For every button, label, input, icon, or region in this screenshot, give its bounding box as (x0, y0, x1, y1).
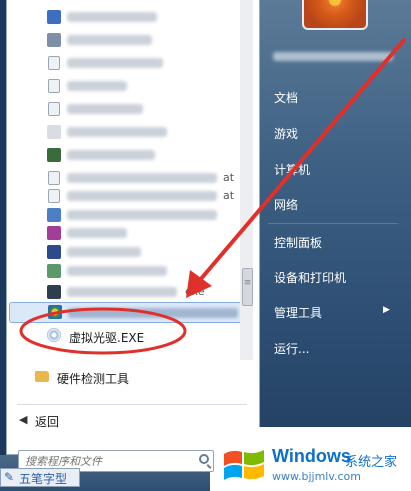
program-item[interactable] (7, 100, 243, 118)
blurred-label (67, 266, 167, 276)
blurred-label (67, 104, 143, 114)
selected-program-item[interactable] (9, 302, 245, 323)
windows-logo-icon (224, 450, 264, 480)
watermark-label: 五笔字型 (19, 472, 68, 486)
program-item[interactable] (7, 77, 243, 95)
disc-icon (47, 328, 61, 342)
blurred-label (67, 173, 217, 183)
program-item[interactable]: exe (7, 283, 243, 301)
menu-item-control-panel[interactable]: 控制面板 (274, 234, 322, 251)
blurred-label (68, 308, 238, 318)
blurred-label (67, 81, 127, 91)
site-name-text: 系统之家 (345, 455, 398, 470)
blurred-label (67, 58, 163, 68)
program-item[interactable] (7, 54, 243, 72)
program-icon (47, 208, 61, 222)
file-suffix: exe (185, 285, 205, 298)
site-url-text: www.bjjmlv.com (272, 470, 361, 483)
blurred-label (67, 127, 167, 137)
blurred-label (67, 210, 217, 220)
program-item[interactable]: at (7, 187, 243, 205)
back-button[interactable]: ◀ 返回 (19, 412, 99, 430)
program-icon (47, 264, 61, 278)
folder-label: 硬件检测工具 (57, 372, 130, 386)
program-item[interactable] (7, 243, 243, 261)
blurred-label (67, 287, 177, 297)
shortcut-icon (48, 56, 60, 70)
triangle-left-icon: ◀ (19, 413, 28, 426)
program-item[interactable] (7, 8, 243, 26)
program-item[interactable] (7, 224, 243, 242)
program-item[interactable] (7, 31, 243, 49)
user-avatar[interactable] (302, 0, 368, 30)
submenu-arrow-icon: ▶ (383, 305, 390, 315)
divider (17, 404, 247, 405)
program-icon (48, 305, 62, 319)
menu-item-admin-tools[interactable]: 管理工具 (274, 304, 322, 321)
search-icon (199, 454, 209, 464)
program-item[interactable] (7, 206, 243, 224)
document-icon (48, 171, 60, 185)
blurred-label (67, 35, 152, 45)
document-icon (48, 102, 60, 116)
program-icon (47, 245, 61, 259)
folder-item[interactable]: 硬件检测工具 (7, 366, 243, 388)
menu-item-computer[interactable]: 计算机 (274, 161, 310, 178)
program-item[interactable] (7, 262, 243, 280)
blurred-label (67, 150, 155, 160)
scrollbar-thumb[interactable] (242, 268, 253, 306)
menu-item-documents[interactable]: 文档 (274, 89, 298, 106)
blurred-label (67, 228, 127, 238)
programs-panel: at at exe 虚拟光驱.EXE 硬件检测工具 ◀ 返回 (6, 0, 260, 455)
virtual-drive-label: 虚拟光驱.EXE (69, 331, 145, 345)
file-suffix: at (223, 189, 235, 202)
program-icon (47, 148, 61, 162)
document-icon (48, 79, 60, 93)
program-icon (47, 226, 61, 240)
scrollbar-track[interactable] (240, 0, 253, 360)
program-icon (47, 10, 61, 24)
blurred-label (67, 247, 141, 257)
file-suffix: at (223, 171, 235, 184)
menu-item-devices-printers[interactable]: 设备和打印机 (274, 269, 346, 286)
folder-icon (35, 371, 49, 382)
menu-item-network[interactable]: 网络 (274, 196, 298, 213)
windows-brand-text: Windows (272, 446, 351, 466)
wubi-logo-icon: ✎ (4, 470, 15, 484)
program-icon (47, 285, 61, 299)
blurred-label (67, 12, 157, 22)
blurred-label (67, 191, 217, 201)
document-icon (48, 189, 60, 203)
back-label: 返回 (35, 415, 60, 429)
virtual-drive-item[interactable]: 虚拟光驱.EXE (7, 324, 243, 348)
program-icon (47, 33, 61, 47)
watermark-badge: ✎ 五笔字型 (0, 468, 80, 487)
program-item[interactable] (7, 146, 243, 164)
program-item[interactable]: at (7, 169, 243, 187)
program-icon (47, 125, 61, 139)
program-item[interactable] (7, 123, 243, 141)
menu-item-run[interactable]: 运行... (274, 340, 309, 357)
menu-divider (268, 223, 398, 224)
blurred-username (273, 52, 393, 61)
menu-item-games[interactable]: 游戏 (274, 125, 298, 142)
